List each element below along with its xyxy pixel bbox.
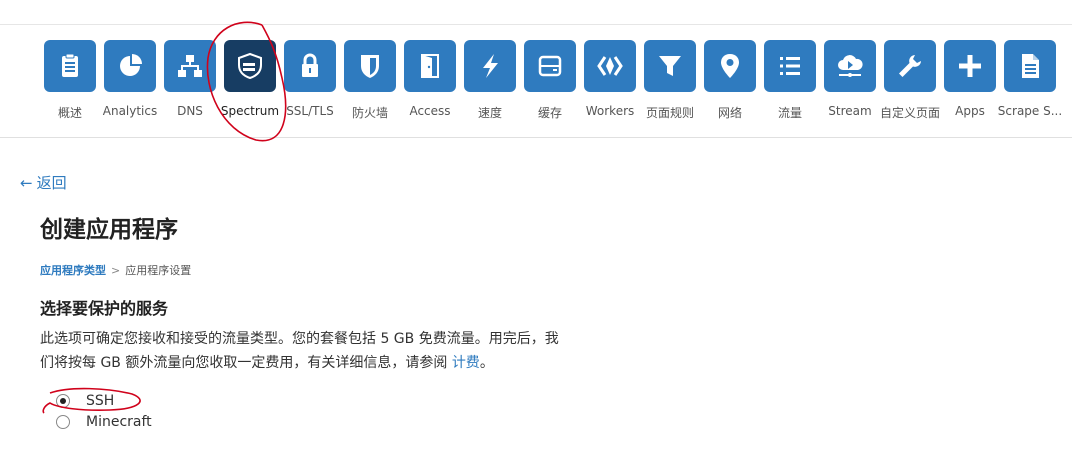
document-icon	[1022, 54, 1039, 78]
nav-label: SSL/TLS	[286, 104, 334, 118]
nav-tile	[404, 40, 456, 92]
nav-item-network[interactable]: 网络	[700, 40, 760, 122]
nav-label: 页面规则	[645, 106, 694, 120]
nav-item-access[interactable]: Access	[400, 40, 460, 122]
spectrum-shield-icon	[238, 52, 262, 80]
breadcrumb: 应用程序类型 > 应用程序设置	[40, 262, 191, 278]
nav-tile	[224, 40, 276, 92]
minecraft-label: Minecraft	[86, 414, 152, 430]
arrow-left-icon: ←	[20, 173, 33, 192]
nav-item-custom-pages[interactable]: 自定义页面	[880, 40, 940, 122]
section-description: 此选项可确定您接收和接受的流量类型。您的套餐包括 5 GB 免费流量。用完后，我…	[40, 327, 640, 375]
nav-item-stream[interactable]: Stream	[820, 40, 880, 122]
back-link[interactable]: ← 返回	[20, 172, 67, 193]
plus-icon	[959, 55, 981, 77]
ssh-label: SSH	[86, 393, 115, 409]
nav-item-workers[interactable]: Workers	[580, 40, 640, 122]
lock-icon	[302, 53, 318, 77]
ssh-radio[interactable]	[56, 394, 70, 408]
nav-tile	[344, 40, 396, 92]
product-nav-bar: 概述 Analytics DNS Spectrum SSL/TLS 防火墙 Ac…	[0, 25, 1072, 138]
nav-item-overview[interactable]: 概述	[40, 40, 100, 122]
nav-item-dns[interactable]: DNS	[160, 40, 220, 122]
cloud-play-icon	[838, 55, 863, 77]
nav-label: 自定义页面	[879, 106, 940, 120]
section-heading: 选择要保护的服务	[40, 299, 169, 318]
description-line: 此选项可确定您接收和接受的流量类型。您的套餐包括 5 GB 免费流量。用完后，我	[40, 331, 559, 347]
clipboard-icon	[62, 53, 78, 77]
nav-tile	[764, 40, 816, 92]
nav-label: Access	[409, 104, 451, 118]
nav-label: Apps	[955, 104, 985, 118]
nav-label: 网络	[717, 106, 742, 120]
door-icon	[421, 54, 439, 78]
nav-label: 概述	[57, 106, 82, 120]
nav-tile	[464, 40, 516, 92]
nav-tile	[284, 40, 336, 92]
workers-icon	[597, 56, 623, 76]
billing-link[interactable]: 计费	[452, 355, 480, 371]
filter-icon	[659, 56, 681, 76]
nav-label: Workers	[585, 104, 635, 118]
breadcrumb-step-application-type[interactable]: 应用程序类型	[40, 262, 106, 278]
nav-tile	[944, 40, 996, 92]
nav-label: DNS	[177, 104, 203, 118]
nav-label: 流量	[777, 106, 802, 120]
nav-item-traffic[interactable]: 流量	[760, 40, 820, 122]
chevron-right-icon: >	[111, 263, 121, 277]
nav-label: Spectrum	[220, 104, 280, 118]
breadcrumb-step-application-settings: 应用程序设置	[125, 264, 192, 277]
nav-label: Stream	[828, 104, 872, 118]
location-pin-icon	[721, 54, 739, 78]
pie-chart-icon	[120, 54, 142, 76]
minecraft-radio[interactable]	[56, 415, 70, 429]
nav-tile	[524, 40, 576, 92]
list-icon	[780, 57, 800, 75]
option-minecraft[interactable]: Minecraft	[56, 414, 152, 430]
nav-item-scrape-shield[interactable]: Scrape S...	[998, 40, 1062, 122]
storage-drive-icon	[538, 55, 562, 77]
shield-icon	[361, 55, 379, 78]
option-ssh[interactable]: SSH	[56, 393, 114, 409]
nav-tile	[884, 40, 936, 92]
nav-item-cache[interactable]: 缓存	[520, 40, 580, 122]
description-period: 。	[479, 355, 494, 371]
nav-tile	[44, 40, 96, 92]
nav-tile	[704, 40, 756, 92]
lightning-icon	[483, 54, 498, 78]
page-title: 创建应用程序	[40, 217, 178, 243]
nav-tile	[164, 40, 216, 92]
description-line: 们将按每 GB 额外流量向您收取一定费用，有关详细信息，请参阅 计费。	[40, 351, 640, 375]
nav-item-ssl-tls[interactable]: SSL/TLS	[280, 40, 340, 122]
nav-tile	[584, 40, 636, 92]
nav-item-apps[interactable]: Apps	[940, 40, 1000, 122]
nav-label: 缓存	[537, 106, 562, 120]
nav-item-page-rules[interactable]: 页面规则	[640, 40, 700, 122]
description-text: 们将按每 GB 额外流量向您收取一定费用，有关详细信息，请参阅	[40, 355, 452, 371]
nav-item-spectrum[interactable]: Spectrum	[220, 40, 280, 122]
back-label: 返回	[36, 174, 67, 192]
nav-tile	[824, 40, 876, 92]
nav-item-firewall[interactable]: 防火墙	[340, 40, 400, 122]
nav-label: 防火墙	[351, 106, 388, 120]
nav-tile	[104, 40, 156, 92]
network-icon	[178, 55, 202, 77]
nav-item-speed[interactable]: 速度	[460, 40, 520, 122]
nav-label: Scrape S...	[997, 104, 1063, 118]
nav-label: 速度	[477, 106, 502, 120]
wrench-icon	[899, 55, 921, 77]
nav-item-analytics[interactable]: Analytics	[100, 40, 160, 122]
nav-tile	[1004, 40, 1056, 92]
nav-tile	[644, 40, 696, 92]
nav-label: Analytics	[102, 104, 158, 118]
